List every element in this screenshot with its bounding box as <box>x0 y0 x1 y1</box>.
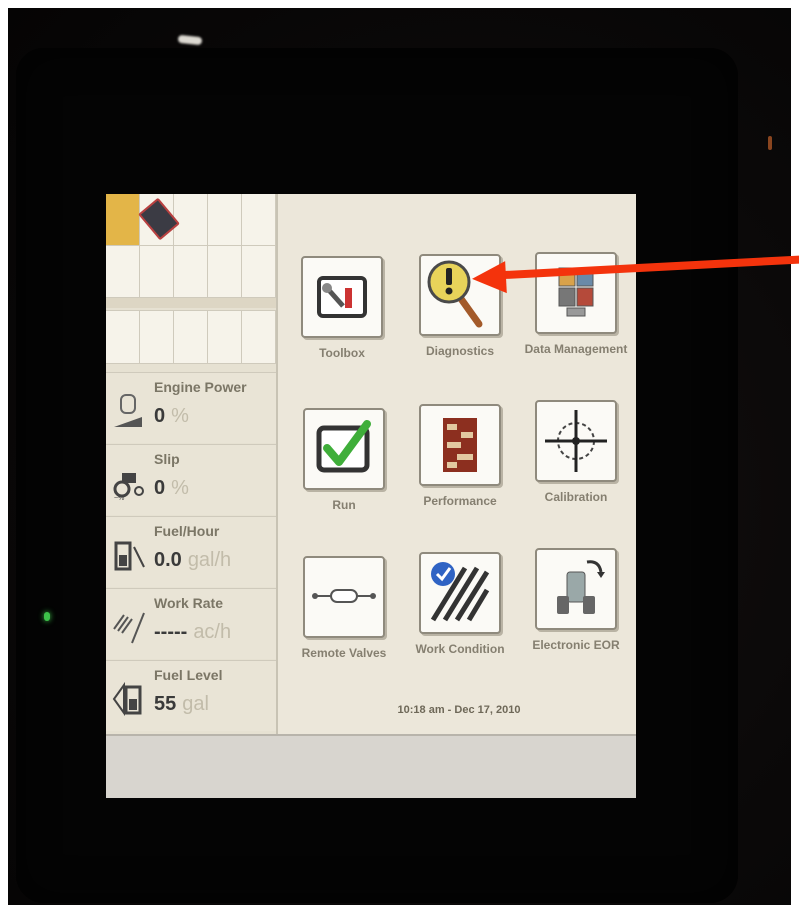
app-tile[interactable] <box>419 552 501 634</box>
app-label: Electronic EOR <box>532 638 620 652</box>
shortcut-cell-manual[interactable] <box>138 194 180 246</box>
app-tile[interactable] <box>535 548 617 630</box>
gauge-fuel-hour: Fuel/Hour 0.0 gal/h <box>106 516 276 587</box>
shortcut-cell[interactable] <box>106 311 140 363</box>
app-remote-valves[interactable]: Remote Valves <box>290 556 398 660</box>
shortcut-cell[interactable] <box>174 246 208 298</box>
calibration-crosshair-icon <box>545 410 607 472</box>
app-toolbox[interactable]: Toolbox <box>288 256 396 360</box>
manual-book-icon <box>138 197 180 241</box>
app-tile[interactable] <box>301 256 383 338</box>
gauge-engine-power: Engine Power 0% <box>106 372 276 443</box>
app-label: Toolbox <box>319 346 365 360</box>
status-led <box>44 612 50 621</box>
light-reflection <box>177 34 203 46</box>
app-tile[interactable] <box>419 404 501 486</box>
electronic-eor-icon <box>557 560 605 614</box>
app-label: Performance <box>423 494 497 508</box>
shortcut-cell[interactable] <box>140 311 174 363</box>
app-tile[interactable] <box>535 400 617 482</box>
app-work-condition[interactable]: Work Condition <box>406 552 514 656</box>
gauge-label: Engine Power <box>154 379 247 395</box>
display-screen: Engine Power 0% ~% Slip 0% Fuel/Hour 0.0… <box>106 194 636 798</box>
work-rate-icon <box>113 612 145 644</box>
bottom-status-bar <box>106 734 636 798</box>
left-panel: Engine Power 0% ~% Slip 0% Fuel/Hour 0.0… <box>106 194 278 734</box>
app-electronic-eor[interactable]: Electronic EOR <box>522 548 630 652</box>
gauge-unit: gal/h <box>187 549 232 571</box>
shortcut-cell[interactable] <box>174 311 208 363</box>
app-label: Run <box>332 498 356 512</box>
gauge-unit: ac/h <box>193 621 232 643</box>
work-condition-icon <box>430 562 490 622</box>
gauge-value: 0% <box>154 477 189 499</box>
gauge-unit: gal <box>182 693 209 715</box>
gauge-label: Slip <box>154 451 180 467</box>
remote-valves-icon <box>312 589 376 603</box>
shortcut-cell[interactable] <box>140 246 174 298</box>
svg-text:~%: ~% <box>114 495 124 501</box>
toolbox-icon <box>317 276 367 318</box>
gauge-label: Work Rate <box>154 595 223 611</box>
shortcut-grid-top <box>106 194 276 298</box>
app-tile[interactable] <box>303 556 385 638</box>
shortcut-cell[interactable] <box>174 194 208 246</box>
background-glare <box>768 136 772 150</box>
engine-power-icon <box>114 394 142 427</box>
tractor-slip-icon: ~% <box>113 473 144 501</box>
app-tile[interactable] <box>535 252 617 334</box>
performance-chart-icon <box>443 418 477 472</box>
shortcut-cell[interactable] <box>208 246 242 298</box>
app-label: Remote Valves <box>301 646 387 660</box>
app-run[interactable]: Run <box>290 408 398 512</box>
shortcut-cell[interactable] <box>208 311 242 363</box>
footer-datetime: 10:18 am - Dec 17, 2010 <box>397 704 521 716</box>
app-label: Work Condition <box>415 642 505 656</box>
app-label: Data Management <box>524 342 628 356</box>
gauge-label: Fuel/Hour <box>154 523 220 539</box>
gauge-fuel-level: Fuel Level 55 gal <box>106 660 276 731</box>
shortcut-grid-middle <box>106 310 276 364</box>
fuel-pump-icon <box>114 541 145 571</box>
app-label: Diagnostics <box>425 344 494 358</box>
gauge-value: 0% <box>154 405 189 427</box>
run-checkmark-icon <box>316 420 371 473</box>
shortcut-cell-active[interactable] <box>106 194 140 246</box>
gauge-value: 0.0 gal/h <box>154 549 232 571</box>
shortcut-cell[interactable] <box>242 194 276 246</box>
gauge-slip: ~% Slip 0% <box>106 444 276 515</box>
shortcut-cell[interactable] <box>208 194 242 246</box>
app-tile[interactable] <box>303 408 385 490</box>
app-calibration[interactable]: Calibration <box>522 400 630 504</box>
annotation-arrow-head <box>471 261 507 295</box>
gauge-value: ----- ac/h <box>154 621 232 643</box>
gauge-unit: % <box>171 405 189 427</box>
gauge-unit: % <box>171 477 189 499</box>
app-launcher-grid: Toolbox Diagnostics Data Management Run … <box>282 194 636 734</box>
shortcut-cell[interactable] <box>106 246 140 298</box>
gauge-value: 55 gal <box>154 693 209 715</box>
shortcut-cell[interactable] <box>242 311 276 363</box>
gauge-label: Fuel Level <box>154 667 223 683</box>
gauge-work-rate: Work Rate ----- ac/h <box>106 588 276 659</box>
shortcut-cell[interactable] <box>242 246 276 298</box>
app-performance[interactable]: Performance <box>406 404 514 508</box>
panel-divider <box>106 298 276 308</box>
app-label: Calibration <box>544 490 608 504</box>
fuel-level-icon <box>112 681 142 717</box>
